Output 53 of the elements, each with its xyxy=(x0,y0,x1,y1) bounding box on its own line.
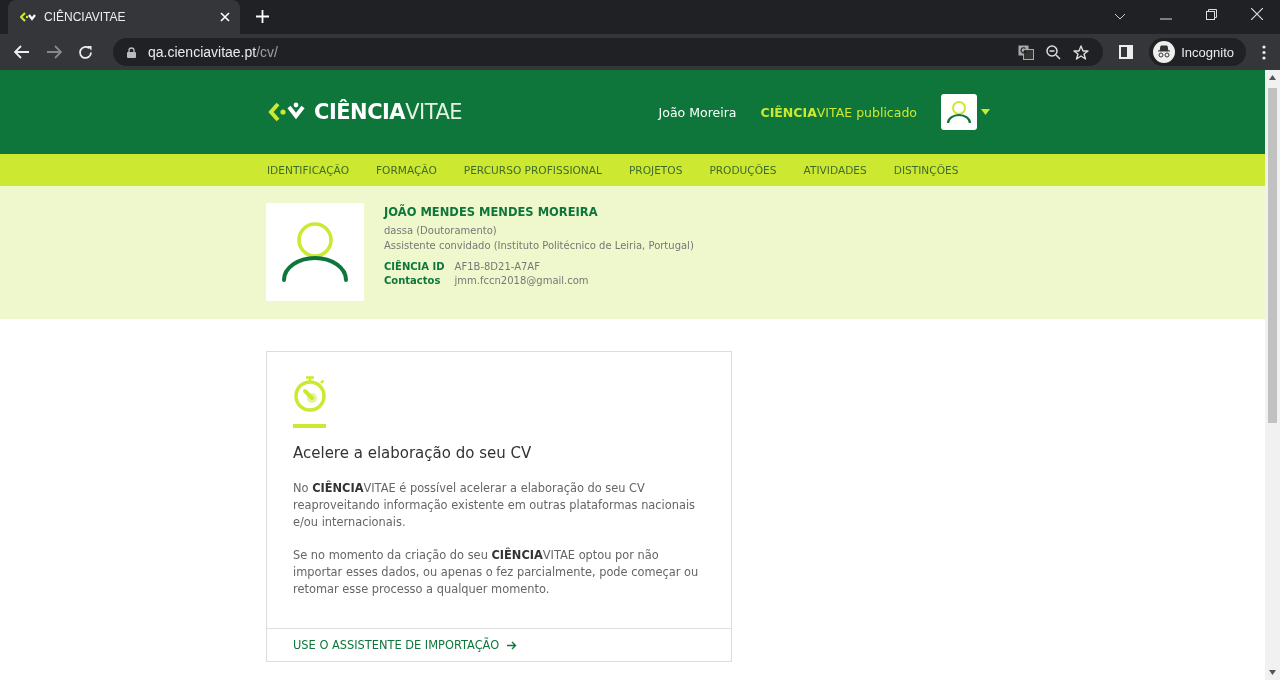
incognito-button[interactable]: Incognito xyxy=(1149,38,1246,66)
restore-icon[interactable] xyxy=(1206,9,1217,20)
user-name-link[interactable]: João Moreira xyxy=(658,104,737,120)
field-value: AF1B-8D21-A7AF xyxy=(454,261,541,272)
lock-icon xyxy=(127,46,136,58)
profile-position: Assistente convidado (Instituto Politécnico de Leiria, Portugal) xyxy=(384,239,694,253)
card-paragraph: Se no momento da criação do seu CIÊNCIAVITAE optou por não importar esses dados, ou apenas o fez parcialmente, pode começar ou retomar esse processo a qualquer momento. xyxy=(293,547,700,598)
caret-icon[interactable] xyxy=(981,109,990,115)
user-menu-button[interactable] xyxy=(941,94,977,130)
user-icon xyxy=(946,100,972,124)
nav-tab[interactable]: FORMAÇÃO xyxy=(375,164,437,176)
profile-degree: dassa (Doutoramento) xyxy=(384,224,498,238)
publish-status-link[interactable]: CIÊNCIAVITAE publicado xyxy=(760,104,917,120)
nav-tab[interactable]: IDENTIFICAÇÃO xyxy=(267,164,349,176)
menu-icon[interactable] xyxy=(1262,44,1266,60)
logo-icon xyxy=(20,12,36,22)
incognito-icon xyxy=(1153,41,1176,63)
new-tab-icon[interactable] xyxy=(256,10,269,23)
nav-tab[interactable]: PRODUÇÕES xyxy=(709,164,777,176)
star-icon[interactable] xyxy=(1073,44,1090,60)
card-paragraph: No CIÊNCIAVITAE é possível acelerar a elaboração do seu CV reaproveitando informação existente em outras plataformas nacionais e/ou internacionais. xyxy=(293,480,697,531)
stopwatch-icon xyxy=(293,376,327,412)
nav-tab[interactable]: ATIVIDADES xyxy=(803,164,867,176)
field-value: jmm.fccn2018@gmail.com xyxy=(454,275,589,286)
arrow-right-icon xyxy=(507,640,518,650)
accent-bar xyxy=(293,424,326,428)
address-bar[interactable]: qa.cienciavitae.pt/cv/ xyxy=(113,38,1104,66)
tab-title: CIÊNCIAVITAE xyxy=(44,10,127,24)
side-panel-icon[interactable] xyxy=(1119,45,1134,59)
site-logo[interactable]: CIÊNCIAVITAE xyxy=(268,100,462,124)
back-icon[interactable] xyxy=(14,45,30,59)
logo-text: CIÊNCIAVITAE xyxy=(314,100,462,124)
tab-search-icon[interactable] xyxy=(1114,13,1126,20)
nav-tab[interactable]: PERCURSO PROFISSIONAL xyxy=(463,164,602,176)
forward-icon[interactable] xyxy=(46,45,62,59)
field-label: Contactos xyxy=(384,275,442,286)
url-text: qa.cienciavitae.pt/cv/ xyxy=(148,44,278,60)
reload-icon[interactable] xyxy=(78,44,93,60)
scroll-up-icon[interactable] xyxy=(1269,75,1276,80)
user-silhouette-icon xyxy=(281,221,349,283)
scroll-down-icon[interactable] xyxy=(1269,670,1276,675)
zoom-out-icon[interactable] xyxy=(1046,44,1062,60)
profile-name: JOÃO MENDES MENDES MOREIRA xyxy=(384,205,599,219)
browser-tab[interactable]: CIÊNCIAVITAE xyxy=(8,0,240,34)
scrollbar[interactable] xyxy=(1265,70,1280,680)
scrollbar-thumb[interactable] xyxy=(1268,88,1277,423)
nav-tab[interactable]: DISTINÇÕES xyxy=(893,164,959,176)
field-label: CIÊNCIA ID xyxy=(384,261,445,272)
nav-tab[interactable]: PROJETOS xyxy=(628,164,683,176)
close-icon[interactable] xyxy=(1251,8,1263,20)
import-wizard-link[interactable]: USE O ASSISTENTE DE IMPORTAÇÃO xyxy=(293,638,518,652)
translate-icon[interactable] xyxy=(1018,44,1035,60)
card-title: Acelere a elaboração do seu CV xyxy=(293,444,533,462)
